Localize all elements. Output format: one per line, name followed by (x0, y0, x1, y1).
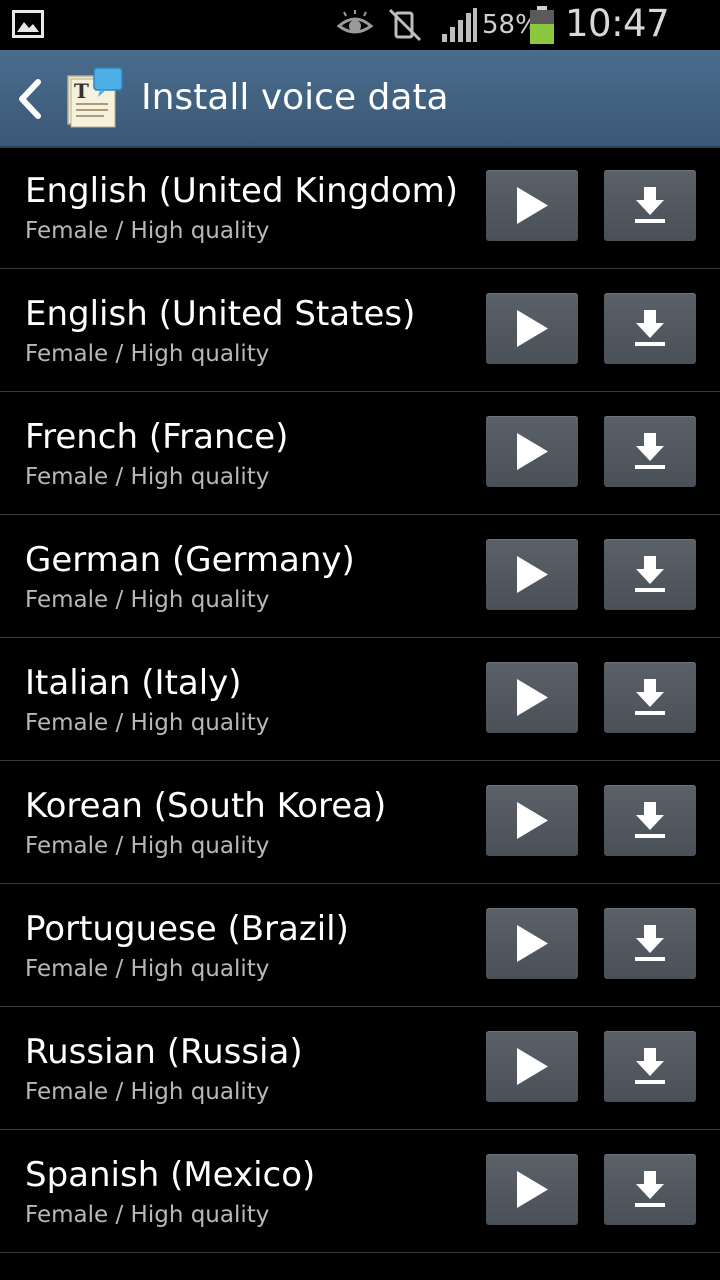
download-icon (635, 556, 665, 592)
download-icon (635, 802, 665, 838)
download-icon (635, 433, 665, 469)
download-button[interactable] (604, 293, 696, 364)
voice-language: Spanish (Mexico) (25, 1155, 316, 1195)
voice-list-item[interactable]: Russian (Russia) Female / High quality (0, 1007, 720, 1130)
play-icon (517, 1048, 548, 1085)
voice-list-item[interactable]: French (France) Female / High quality (0, 392, 720, 515)
voice-detail: Female / High quality (25, 1202, 270, 1228)
play-icon (517, 187, 548, 224)
play-sample-button[interactable] (486, 170, 578, 241)
download-icon (635, 1048, 665, 1084)
download-button[interactable] (604, 785, 696, 856)
download-icon (635, 310, 665, 346)
play-icon (517, 1171, 548, 1208)
play-icon (517, 433, 548, 470)
gallery-icon (12, 10, 44, 38)
play-sample-button[interactable] (486, 539, 578, 610)
voice-language: Italian (Italy) (25, 663, 242, 703)
voice-language: Korean (South Korea) (25, 786, 387, 826)
play-icon (517, 802, 548, 839)
voice-detail: Female / High quality (25, 218, 270, 244)
play-icon (517, 556, 548, 593)
download-button[interactable] (604, 662, 696, 733)
voice-list-item[interactable]: English (United States) Female / High qu… (0, 269, 720, 392)
download-button[interactable] (604, 1031, 696, 1102)
voice-language: English (United Kingdom) (25, 171, 459, 211)
play-sample-button[interactable] (486, 1154, 578, 1225)
download-button[interactable] (604, 908, 696, 979)
play-sample-button[interactable] (486, 908, 578, 979)
play-sample-button[interactable] (486, 785, 578, 856)
action-bar: T Install voice data (0, 50, 720, 148)
voice-detail: Female / High quality (25, 833, 270, 859)
download-icon (635, 679, 665, 715)
page-title: Install voice data (141, 77, 449, 118)
play-icon (517, 679, 548, 716)
download-icon (635, 925, 665, 961)
battery-icon (530, 6, 554, 44)
svg-text:T: T (74, 79, 89, 103)
voice-language: Portuguese (Brazil) (25, 909, 349, 949)
download-icon (635, 1171, 665, 1207)
voice-language: Russian (Russia) (25, 1032, 303, 1072)
download-button[interactable] (604, 1154, 696, 1225)
voice-list-item[interactable]: English (United Kingdom) Female / High q… (0, 146, 720, 269)
signal-icon (442, 8, 477, 42)
play-sample-button[interactable] (486, 662, 578, 733)
download-button[interactable] (604, 539, 696, 610)
play-sample-button[interactable] (486, 293, 578, 364)
text-to-speech-app-icon: T (67, 67, 123, 128)
voice-language: German (Germany) (25, 540, 355, 580)
download-icon (635, 187, 665, 223)
mute-icon (388, 8, 422, 42)
voice-detail: Female / High quality (25, 341, 270, 367)
download-button[interactable] (604, 170, 696, 241)
play-sample-button[interactable] (486, 416, 578, 487)
voice-list-item[interactable]: Korean (South Korea) Female / High quali… (0, 761, 720, 884)
play-icon (517, 310, 548, 347)
voice-detail: Female / High quality (25, 956, 270, 982)
play-icon (517, 925, 548, 962)
voice-data-list: English (United Kingdom) Female / High q… (0, 146, 720, 1253)
voice-list-item[interactable]: Italian (Italy) Female / High quality (0, 638, 720, 761)
back-arrow-icon[interactable] (10, 74, 54, 124)
play-sample-button[interactable] (486, 1031, 578, 1102)
eye-icon (336, 10, 374, 34)
voice-detail: Female / High quality (25, 587, 270, 613)
voice-list-item[interactable]: German (Germany) Female / High quality (0, 515, 720, 638)
voice-list-item[interactable]: Portuguese (Brazil) Female / High qualit… (0, 884, 720, 1007)
status-bar: 58% 10:47 PM (0, 0, 720, 89)
download-button[interactable] (604, 416, 696, 487)
voice-list-item[interactable]: Spanish (Mexico) Female / High quality (0, 1130, 720, 1253)
voice-detail: Female / High quality (25, 710, 270, 736)
voice-detail: Female / High quality (25, 1079, 270, 1105)
voice-detail: Female / High quality (25, 464, 270, 490)
voice-language: English (United States) (25, 294, 416, 334)
voice-language: French (France) (25, 417, 289, 457)
